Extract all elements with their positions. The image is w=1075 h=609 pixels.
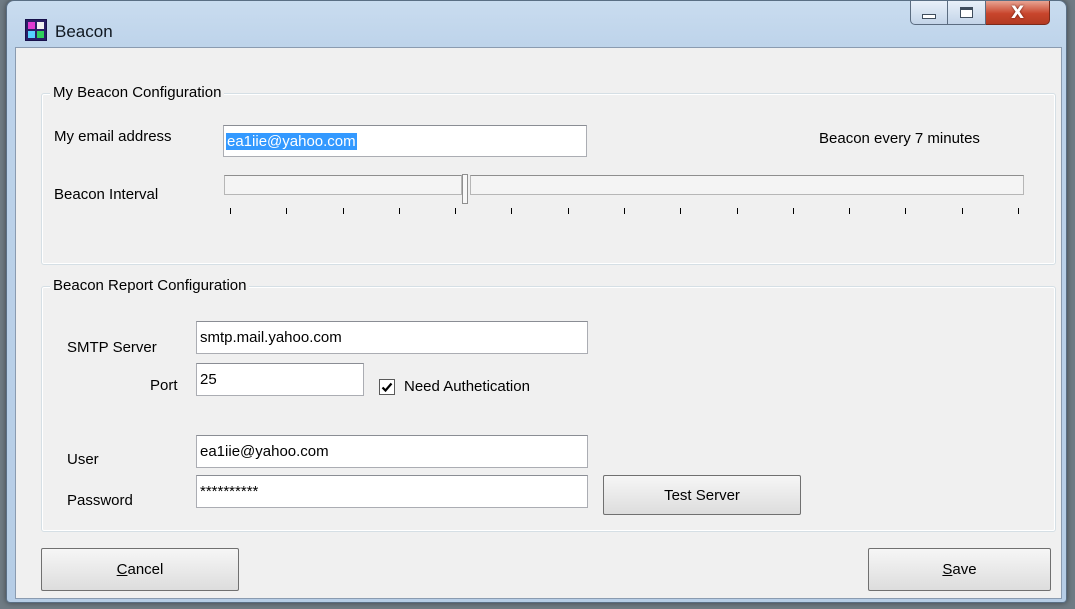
slider-tick — [230, 208, 231, 214]
smtp-label: SMTP Server — [67, 339, 157, 356]
window-title: Beacon — [55, 22, 113, 41]
interval-slider[interactable] — [224, 174, 1024, 216]
caption-buttons: X — [910, 1, 1050, 27]
slider-track-right — [470, 175, 1024, 195]
email-selected-text: ea1iie@yahoo.com — [226, 132, 357, 150]
slider-tick — [568, 208, 569, 214]
title-bar[interactable]: Beacon X — [7, 1, 1066, 45]
slider-tick — [793, 208, 794, 214]
port-input[interactable] — [196, 363, 364, 396]
close-button[interactable]: X — [986, 1, 1050, 25]
minimize-icon — [922, 14, 936, 19]
slider-tick — [399, 208, 400, 214]
dialog-client-area: My Beacon Configuration My email address… — [15, 47, 1062, 599]
email-input[interactable]: ea1iie@yahoo.com — [223, 125, 587, 157]
slider-tick — [849, 208, 850, 214]
port-label: Port — [150, 377, 178, 394]
user-label: User — [67, 451, 99, 468]
slider-tick — [680, 208, 681, 214]
slider-tick — [737, 208, 738, 214]
auth-checkbox[interactable] — [379, 379, 395, 395]
interval-label: Beacon Interval — [54, 186, 159, 203]
report-config-group: Beacon Report Configuration SMTP Server … — [41, 277, 1056, 532]
slider-thumb[interactable] — [462, 174, 468, 204]
interval-readout: Beacon every 7 minutes — [819, 130, 980, 147]
slider-tick — [455, 208, 456, 214]
slider-tick — [905, 208, 906, 214]
auth-label[interactable]: Need Authetication — [404, 378, 530, 395]
beacon-window: Beacon X My Beacon Configuration My emai… — [6, 0, 1067, 603]
slider-tick — [286, 208, 287, 214]
test-server-button[interactable]: Test Server — [603, 475, 801, 515]
slider-track-left — [224, 175, 462, 195]
beacon-config-legend: My Beacon Configuration — [50, 84, 225, 101]
slider-tick — [343, 208, 344, 214]
save-label: Save — [942, 561, 977, 578]
check-icon — [381, 382, 393, 393]
slider-tick — [624, 208, 625, 214]
slider-tick — [511, 208, 512, 214]
slider-tick — [962, 208, 963, 214]
report-config-legend: Beacon Report Configuration — [50, 277, 250, 294]
user-input[interactable] — [196, 435, 588, 468]
slider-tick — [1018, 208, 1019, 214]
close-icon: X — [1010, 2, 1025, 23]
beacon-config-group: My Beacon Configuration My email address… — [41, 84, 1056, 265]
smtp-input[interactable] — [196, 321, 588, 354]
minimize-button[interactable] — [910, 1, 948, 25]
maximize-icon — [960, 7, 973, 18]
test-server-label: Test Server — [664, 486, 740, 504]
password-label: Password — [67, 492, 133, 509]
maximize-button[interactable] — [948, 1, 986, 25]
beacon-app-icon — [25, 19, 47, 41]
cancel-button[interactable]: Cancel — [41, 548, 239, 591]
cancel-label: Cancel — [116, 561, 164, 578]
email-label: My email address — [54, 128, 172, 145]
save-button[interactable]: Save — [868, 548, 1051, 591]
password-input[interactable] — [196, 475, 588, 508]
